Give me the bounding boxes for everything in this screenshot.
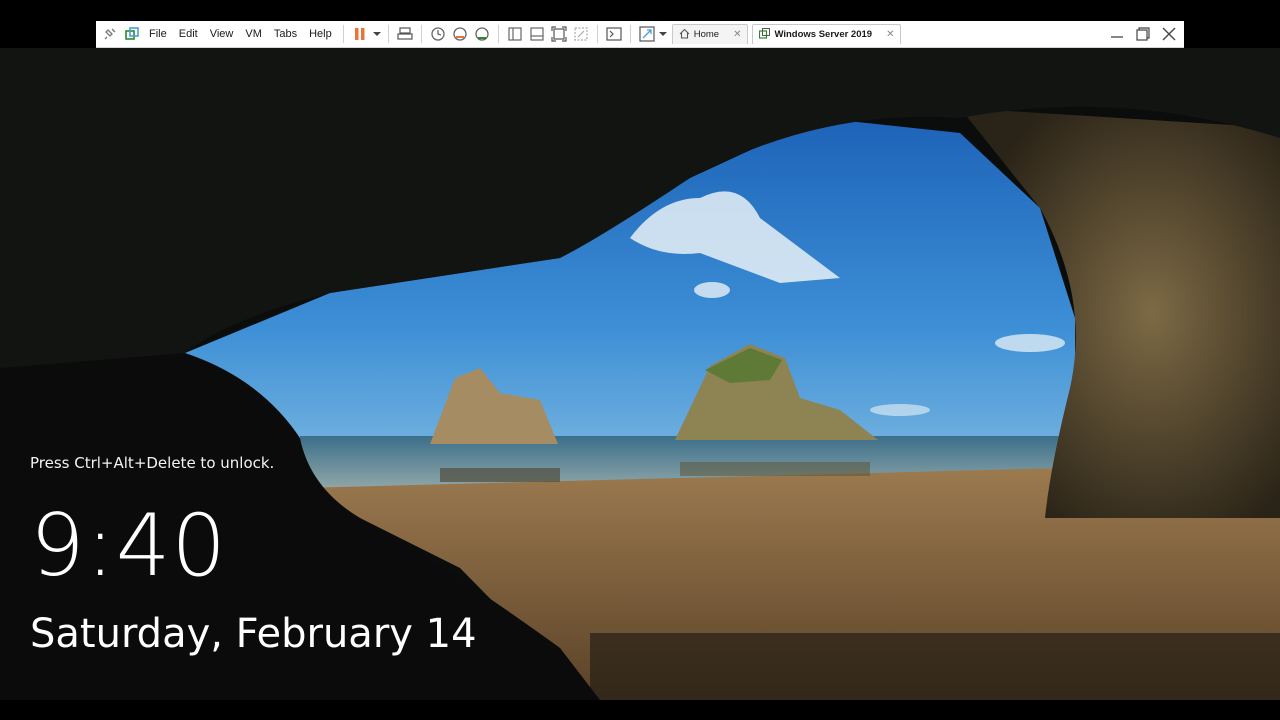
menu-view[interactable]: View [204,23,240,45]
lock-screen-wallpaper [0,48,1280,700]
vm-console-screen[interactable]: Press Ctrl+Alt+Delete to unlock. 9:40 Sa… [0,48,1280,700]
separator [596,25,598,43]
show-library-icon[interactable] [504,23,526,45]
stretch-icon[interactable] [636,23,658,45]
dropdown-icon[interactable] [658,23,668,45]
menu-edit[interactable]: Edit [173,23,204,45]
menu-file[interactable]: File [143,23,173,45]
menu-vm[interactable]: VM [239,23,268,45]
close-window-icon[interactable] [1158,23,1180,45]
separator [387,25,389,43]
full-screen-icon[interactable] [548,23,570,45]
send-keys-icon[interactable] [394,23,416,45]
separator [629,25,631,43]
menu-tabs[interactable]: Tabs [268,23,303,45]
separator [497,25,499,43]
tab-home-label: Home [693,29,720,40]
library-icon[interactable] [121,23,143,45]
separator [342,25,344,43]
tab-windows-server-2019[interactable]: Windows Server 2019 ✕ [752,24,902,44]
menu-help[interactable]: Help [303,23,338,45]
vmware-toolbar: File Edit View VM Tabs Help Home ✕ Windo… [96,21,1184,48]
separator [420,25,422,43]
window-controls [1106,23,1184,45]
unity-icon[interactable] [570,23,592,45]
vm-icon [759,27,771,42]
pause-icon[interactable] [349,23,371,45]
home-icon [679,28,690,42]
lock-screen-time: 9:40 [30,496,228,596]
dropdown-icon[interactable] [371,23,383,45]
close-icon[interactable]: ✕ [733,29,741,40]
lock-screen-date: Saturday, February 14 [30,611,477,657]
revert-snapshot-icon[interactable] [449,23,471,45]
close-icon[interactable]: ✕ [886,29,894,40]
tab-home[interactable]: Home ✕ [671,24,749,44]
unlock-prompt: Press Ctrl+Alt+Delete to unlock. [30,454,275,472]
snapshot-manager-icon[interactable] [471,23,493,45]
tab-vm-label: Windows Server 2019 [774,29,873,40]
snapshot-icon[interactable] [427,23,449,45]
pin-icon[interactable] [99,23,121,45]
thumbnail-bar-icon[interactable] [526,23,548,45]
minimize-icon[interactable] [1106,23,1128,45]
console-icon[interactable] [603,23,625,45]
restore-icon[interactable] [1132,23,1154,45]
